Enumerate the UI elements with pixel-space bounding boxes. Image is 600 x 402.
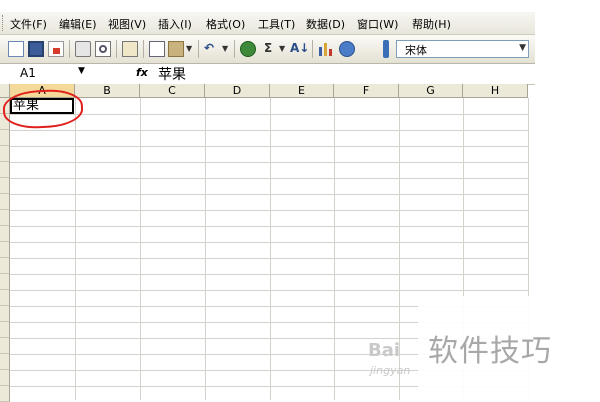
menu-edit[interactable]: 编辑(E) [59, 16, 97, 32]
toolbar-separator [312, 40, 313, 58]
formula-input[interactable]: 苹果 [158, 64, 186, 84]
new-file-icon[interactable] [8, 41, 24, 57]
autosum-icon[interactable]: Σ [264, 41, 272, 55]
autosum-dropdown-icon[interactable]: ▼ [279, 44, 285, 53]
row-header[interactable] [0, 338, 10, 354]
permission-icon[interactable] [48, 41, 64, 57]
toolbar-separator [69, 40, 70, 58]
row-header[interactable] [0, 354, 10, 370]
paste-icon[interactable] [168, 41, 184, 57]
row-header[interactable] [0, 274, 10, 290]
gridline [10, 146, 528, 147]
menu-window[interactable]: 窗口(W) [357, 16, 398, 32]
row-header[interactable] [0, 290, 10, 306]
font-name-value: 宋体 [405, 44, 427, 57]
gridline [10, 290, 528, 291]
menu-tools[interactable]: 工具(T) [258, 16, 295, 32]
column-header-f[interactable]: F [334, 84, 399, 98]
row-header[interactable] [0, 146, 10, 162]
gridline [10, 114, 528, 115]
name-box-value: A1 [20, 66, 36, 80]
copy-icon[interactable] [149, 41, 165, 57]
watermark-text: 软件技巧 [428, 334, 552, 369]
print-preview-icon[interactable] [95, 41, 111, 57]
toolbar-separator [234, 40, 235, 58]
gridline [10, 210, 528, 211]
chevron-down-icon[interactable]: ▼ [78, 66, 85, 76]
paste-dropdown-icon[interactable]: ▼ [186, 44, 192, 53]
row-header[interactable] [0, 322, 10, 338]
gridline [10, 226, 528, 227]
formula-bar: A1 ▼ fx 苹果 [0, 64, 535, 85]
watermark-jingyan: jingyan [370, 364, 411, 377]
chevron-down-icon[interactable]: ▼ [519, 43, 526, 53]
sort-icon[interactable]: A↓ [290, 41, 309, 55]
help-icon[interactable] [339, 41, 355, 57]
menu-bar: 文件(F) 编辑(E) 视图(V) 插入(I) 格式(O) 工具(T) 数据(D… [0, 12, 535, 35]
gridline [10, 194, 528, 195]
menu-help[interactable]: 帮助(H) [412, 16, 451, 32]
row-header[interactable] [0, 162, 10, 178]
column-header-b[interactable]: B [75, 84, 140, 98]
row-header[interactable] [0, 370, 10, 386]
save-icon[interactable] [28, 41, 44, 57]
gridline [75, 98, 76, 400]
gridline [10, 258, 528, 259]
select-all-corner[interactable] [0, 84, 10, 98]
toolbar-grip[interactable] [383, 40, 389, 58]
menu-data[interactable]: 数据(D) [306, 16, 345, 32]
gridline [334, 98, 335, 400]
row-header[interactable] [0, 130, 10, 146]
name-box[interactable]: A1 ▼ [8, 65, 90, 82]
hyperlink-icon[interactable] [240, 41, 256, 57]
row-header[interactable] [0, 226, 10, 242]
spell-check-icon[interactable] [122, 41, 138, 57]
row-header[interactable] [0, 306, 10, 322]
font-name-select[interactable]: 宋体 ▼ [396, 40, 529, 58]
gridline [270, 98, 271, 400]
row-header[interactable] [0, 242, 10, 258]
insert-function-icon[interactable]: fx [136, 66, 148, 79]
chart-icon[interactable] [318, 41, 334, 57]
watermark-baidu: Bai [368, 340, 401, 361]
undo-icon[interactable]: ↶ [204, 41, 214, 55]
toolbar-separator [116, 40, 117, 58]
column-header-g[interactable]: G [399, 84, 463, 98]
menu-insert[interactable]: 插入(I) [158, 16, 192, 32]
toolbar-separator [198, 40, 199, 58]
row-header[interactable] [0, 178, 10, 194]
menu-format[interactable]: 格式(O) [206, 16, 245, 32]
row-header[interactable] [0, 258, 10, 274]
row-header[interactable] [0, 194, 10, 210]
gridline [10, 274, 528, 275]
menu-file[interactable]: 文件(F) [10, 16, 47, 32]
gridline [10, 242, 528, 243]
column-header-e[interactable]: E [270, 84, 334, 98]
column-header-d[interactable]: D [205, 84, 270, 98]
print-icon[interactable] [75, 41, 91, 57]
row-header[interactable] [0, 210, 10, 226]
standard-toolbar: ▼ ↶ ▼ Σ ▼ A↓ 宋体 ▼ [0, 35, 535, 64]
gridline [10, 162, 528, 163]
gridline [205, 98, 206, 400]
column-header-c[interactable]: C [140, 84, 205, 98]
menu-grip[interactable] [2, 15, 6, 31]
gridline [140, 98, 141, 400]
toolbar-separator [143, 40, 144, 58]
gridline [10, 178, 528, 179]
undo-dropdown-icon[interactable]: ▼ [222, 44, 228, 53]
gridline [10, 130, 528, 131]
menu-view[interactable]: 视图(V) [108, 16, 146, 32]
column-header-h[interactable]: H [463, 84, 528, 98]
